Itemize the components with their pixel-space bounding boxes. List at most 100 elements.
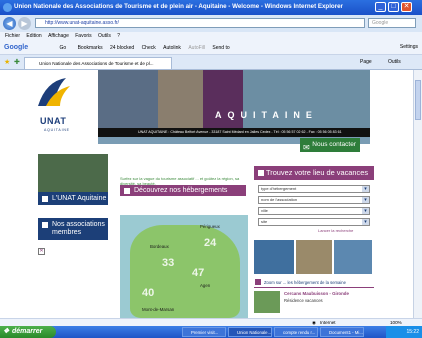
- windows-logo-icon: ❖: [3, 328, 10, 335]
- taskbar-item[interactable]: Document1 - Mi...: [320, 327, 364, 337]
- menu-item-favoris[interactable]: Favoris: [75, 33, 91, 39]
- taskbar-item-label: Document1 - Mi...: [329, 330, 363, 335]
- menu-item-help[interactable]: ?: [117, 33, 120, 39]
- zone-label: 40: [142, 287, 155, 299]
- toolbar-settings[interactable]: Settings: [400, 41, 418, 54]
- zone-label: 24: [204, 237, 217, 249]
- type-select[interactable]: type d'hébergement ▾: [258, 185, 370, 193]
- square-bullet-icon: [258, 170, 264, 176]
- square-bullet-icon: [255, 279, 261, 285]
- tab-current[interactable]: Union Nationale des Associations de Tour…: [24, 57, 172, 69]
- select-value: site: [261, 219, 268, 224]
- taskbar-item[interactable]: Premier visit...: [182, 327, 226, 337]
- square-bullet-icon: [42, 222, 48, 228]
- start-button[interactable]: ❖ démarrer: [0, 326, 56, 338]
- select-value: ville: [261, 208, 268, 213]
- toolbar-autofill[interactable]: AutoFill: [188, 45, 205, 51]
- chevron-down-icon[interactable]: ▾: [362, 219, 369, 225]
- search-title-label: Trouvez votre lieu de vacances: [266, 168, 369, 177]
- taskbar: ❖ démarrer Premier visit... Union Nation…: [0, 326, 422, 338]
- city-label: Mont-de-Marsan: [142, 307, 175, 312]
- address-bar[interactable]: http://www.unat-aquitaine.asso.fr/: [35, 18, 365, 28]
- lodging-subtitle: Résidence vacances: [284, 298, 323, 303]
- taskbar-item-label: Premier visit...: [191, 330, 219, 335]
- site-select[interactable]: site ▾: [258, 218, 370, 226]
- address-row: ◀ ▶ http://www.unat-aquitaine.asso.fr/ G…: [0, 15, 422, 32]
- page-menu[interactable]: Page: [360, 59, 372, 65]
- taskbar-item[interactable]: compte rendu r...: [274, 327, 318, 337]
- toolbar-check[interactable]: Check: [142, 45, 156, 51]
- google-toolbar: Google Go Bookmarks 24 blocked Check Aut…: [0, 41, 422, 55]
- members-link[interactable]: Nos associations membres: [38, 218, 108, 240]
- lake-photo: [254, 240, 294, 274]
- toolbar-go[interactable]: Go: [60, 45, 67, 51]
- zoom-title: Zoom sur ... les hébergement de la semai…: [264, 280, 346, 285]
- back-button[interactable]: ◀: [3, 17, 16, 30]
- logo-area: [28, 70, 98, 144]
- square-bullet-icon: [124, 187, 130, 194]
- aquitaine-map[interactable]: 33 24 40 47 Bordeaux Périgueux Agen Mont…: [120, 215, 248, 318]
- ie-logo-icon: [3, 3, 12, 12]
- toolbar-popup-blocked[interactable]: 24 blocked: [110, 45, 134, 51]
- window-title: Union Nationale des Associations de Tour…: [14, 3, 343, 10]
- google-logo: Google: [4, 44, 29, 51]
- search-button[interactable]: Lancer la recherche: [318, 228, 353, 233]
- unat-aquitaine-link[interactable]: L'UNAT Aquitaine: [38, 192, 108, 205]
- search-title: Trouvez votre lieu de vacances: [254, 166, 374, 180]
- landscape-photo: [98, 70, 158, 128]
- weekly-zoom-link[interactable]: Zoom sur ... les hébergement de la semai…: [254, 278, 374, 288]
- window-title-bar: Union Nationale des Associations de Tour…: [0, 0, 422, 15]
- select-value: type d'hébergement: [261, 186, 297, 191]
- org-region: AQUITAINE: [44, 128, 70, 132]
- search-input[interactable]: Google: [368, 18, 416, 28]
- menu-item-fichier[interactable]: Fichier: [5, 33, 20, 39]
- zone-label: 33: [162, 257, 175, 269]
- vertical-scrollbar[interactable]: [413, 70, 422, 318]
- association-select[interactable]: nom de l'association ▾: [258, 196, 370, 204]
- cathedral-photo: [158, 70, 203, 128]
- toolbar-bookmarks[interactable]: Bookmarks: [78, 45, 103, 51]
- lodging-title[interactable]: Cercans Maubuisson - Gironde: [284, 291, 349, 296]
- contact-button[interactable]: ✉ Nous contacter: [300, 138, 360, 152]
- envelope-icon: ✉: [303, 143, 310, 152]
- toolbar-send-to[interactable]: Send to: [212, 45, 229, 51]
- maximize-button[interactable]: □: [388, 2, 399, 12]
- square-bullet-icon: [42, 195, 48, 202]
- web-page: UNAT AQUITAINE AQUITAINE UNAT AQUITAINE …: [0, 70, 413, 318]
- minimize-button[interactable]: _: [375, 2, 386, 12]
- city-select[interactable]: ville ▾: [258, 207, 370, 215]
- forward-button[interactable]: ▶: [18, 17, 31, 30]
- favorites-star-icon[interactable]: ★: [4, 58, 10, 66]
- url-text: http://www.unat-aquitaine.asso.fr/: [45, 20, 119, 26]
- chevron-down-icon[interactable]: ▾: [362, 197, 369, 203]
- city-label: Bordeaux: [150, 244, 169, 249]
- add-favorite-icon[interactable]: ✚: [14, 58, 20, 66]
- tab-label: Union Nationale des Associations de Tour…: [39, 61, 154, 66]
- unat-logo-icon: [36, 76, 74, 110]
- taskbar-item-active[interactable]: Union Nationale...: [228, 327, 272, 337]
- tools-menu[interactable]: Outils: [388, 59, 401, 65]
- menu-bar: Fichier Edition Affichage Favoris Outils…: [0, 32, 422, 41]
- zone-label: 47: [192, 267, 205, 279]
- unat-aquitaine-label: L'UNAT Aquitaine: [52, 195, 107, 202]
- discover-label: Découvrez nos hébergements: [134, 187, 228, 194]
- taskbar-item-label: compte rendu r...: [283, 330, 316, 335]
- chevron-down-icon[interactable]: ▾: [362, 208, 369, 214]
- org-name: UNAT: [40, 116, 67, 126]
- system-clock: 15:22: [386, 326, 422, 338]
- beach-photo: [334, 240, 372, 274]
- lodging-thumbnail[interactable]: [254, 291, 280, 313]
- close-box-icon[interactable]: ✕: [38, 248, 45, 255]
- discover-lodgings-link[interactable]: Découvrez nos hébergements: [120, 185, 246, 196]
- close-button[interactable]: ✕: [401, 2, 412, 12]
- menu-item-edition[interactable]: Edition: [26, 33, 41, 39]
- contact-label: Nous contacter: [312, 141, 356, 148]
- map-land: [130, 225, 240, 318]
- menu-item-affichage[interactable]: Affichage: [48, 33, 69, 39]
- taskbar-item-label: Union Nationale...: [237, 330, 272, 335]
- toolbar-autolink[interactable]: Autolink: [163, 45, 181, 51]
- chevron-down-icon[interactable]: ▾: [362, 186, 369, 192]
- tab-row: ★ ✚ Union Nationale des Associations de …: [0, 55, 422, 70]
- scrollbar-thumb[interactable]: [415, 80, 421, 120]
- menu-item-outils[interactable]: Outils: [98, 33, 111, 39]
